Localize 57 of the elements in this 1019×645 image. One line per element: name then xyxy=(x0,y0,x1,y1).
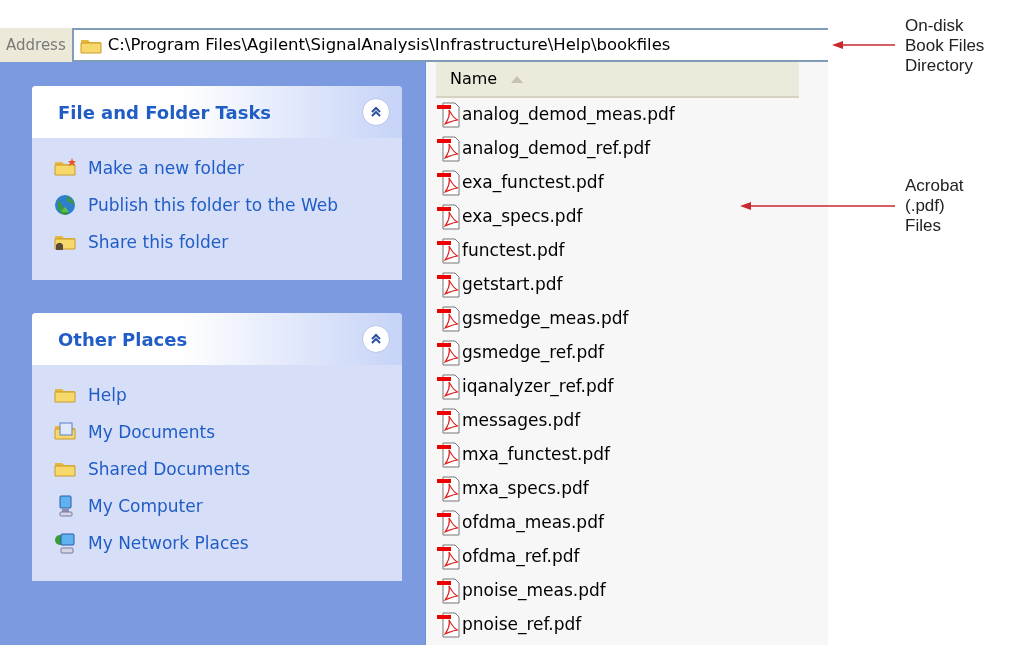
file-name[interactable]: getstart.pdf xyxy=(462,272,563,298)
pdf-file-icon xyxy=(436,442,460,468)
file-name[interactable]: analog_demod_meas.pdf xyxy=(462,102,675,128)
file-name[interactable]: messages.pdf xyxy=(462,408,581,434)
pdf-file-icon xyxy=(436,544,460,570)
file-name[interactable]: pnoise_ref.pdf xyxy=(462,612,582,638)
address-path: C:\Program Files\Agilent\SignalAnalysis\Infrastructure\Help\bookfiles xyxy=(107,33,671,56)
globe-icon xyxy=(54,194,76,216)
task-link[interactable]: My Computer xyxy=(88,494,203,518)
pdf-file-icon xyxy=(436,136,460,162)
annotation-text: On-disk Book Files Directory xyxy=(905,16,986,76)
panel-title: File and Folder Tasks xyxy=(58,100,272,125)
pdf-file-icon xyxy=(436,578,460,604)
chevron-icon xyxy=(370,333,382,345)
file-name[interactable]: gsmedge_ref.pdf xyxy=(462,340,604,366)
file-name[interactable]: exa_functest.pdf xyxy=(462,170,604,196)
pdf-file-icon xyxy=(436,272,460,298)
pdf-file-icon xyxy=(436,476,460,502)
file-name[interactable]: functest.pdf xyxy=(462,238,565,264)
documents-folder-icon xyxy=(54,421,76,443)
column-header[interactable]: Name xyxy=(450,67,498,91)
pdf-file-icon xyxy=(436,408,460,434)
file-name[interactable]: analog_demod_ref.pdf xyxy=(462,136,651,162)
pdf-file-icon xyxy=(436,170,460,196)
pdf-file-icon xyxy=(436,612,460,638)
file-name[interactable]: gsmedge_meas.pdf xyxy=(462,306,629,332)
file-name[interactable]: mxa_specs.pdf xyxy=(462,476,589,502)
file-name[interactable]: exa_specs.pdf xyxy=(462,204,583,230)
address-field[interactable]: C:\Program Files\Agilent\SignalAnalysis\Infrastructure\Help\bookfiles xyxy=(71,28,828,62)
address-label: Address xyxy=(0,28,72,62)
panel-title: Other Places xyxy=(58,327,188,352)
file-name[interactable]: ofdma_meas.pdf xyxy=(462,510,604,536)
pdf-file-icon xyxy=(436,306,460,332)
task-link[interactable]: Publish this folder to the Web xyxy=(88,193,338,217)
chevron-icon xyxy=(370,106,382,118)
pdf-file-icon xyxy=(436,340,460,366)
pdf-file-icon xyxy=(436,238,460,264)
network-icon xyxy=(54,532,76,554)
task-link[interactable]: My Documents xyxy=(88,420,216,444)
task-link[interactable]: Shared Documents xyxy=(88,457,251,481)
pdf-file-icon xyxy=(436,102,460,128)
task-link[interactable]: Share this folder xyxy=(88,230,229,254)
pdf-file-icon xyxy=(436,510,460,536)
pdf-file-icon xyxy=(436,204,460,230)
file-name[interactable]: pnoise_meas.pdf xyxy=(462,578,606,604)
file-name[interactable]: iqanalyzer_ref.pdf xyxy=(462,374,614,400)
pdf-file-icon xyxy=(436,374,460,400)
file-name[interactable]: mxa_functest.pdf xyxy=(462,442,611,468)
annotation-arrow xyxy=(832,41,896,49)
task-link[interactable]: My Network Places xyxy=(88,531,249,555)
file-name[interactable]: ofdma_ref.pdf xyxy=(462,544,580,570)
task-link[interactable]: Make a new folder xyxy=(88,156,244,180)
new-folder-icon xyxy=(54,157,76,179)
annotation-text: Acrobat (.pdf) Files xyxy=(905,176,965,236)
collapse-button[interactable] xyxy=(362,98,390,126)
collapse-button[interactable] xyxy=(362,325,390,353)
task-link[interactable]: Help xyxy=(88,383,127,407)
